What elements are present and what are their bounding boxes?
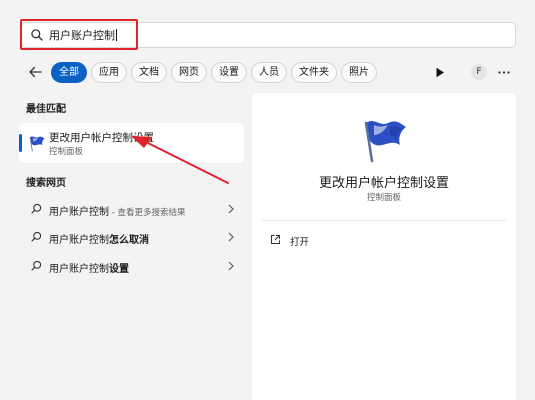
search-icon bbox=[31, 29, 43, 41]
chevron-right-icon bbox=[228, 261, 234, 271]
best-match-item[interactable]: 更改用户帐户控制设置 控制面板 bbox=[19, 123, 244, 163]
uac-flag-icon bbox=[364, 121, 406, 163]
filter-people[interactable]: 人员 bbox=[251, 62, 287, 83]
detail-panel: 更改用户帐户控制设置 控制面板 打开 bbox=[252, 93, 516, 400]
web-result-row[interactable]: 用户账户控制 - 查看更多搜索结果 bbox=[19, 196, 244, 222]
best-match-title: 更改用户帐户控制设置 bbox=[49, 132, 154, 144]
play-icon[interactable] bbox=[435, 67, 445, 78]
web-result-row[interactable]: 用户账户控制怎么取消 bbox=[19, 224, 244, 250]
search-icon bbox=[31, 260, 42, 271]
back-arrow-icon[interactable] bbox=[27, 64, 43, 80]
detail-subtitle: 控制面板 bbox=[366, 193, 401, 203]
uac-flag-icon bbox=[29, 136, 45, 152]
web-result-text: 用户账户控制设置 bbox=[49, 264, 129, 275]
open-action[interactable]: 打开 bbox=[290, 234, 309, 248]
selection-indicator bbox=[19, 134, 22, 152]
detail-title: 更改用户帐户控制设置 bbox=[318, 176, 449, 191]
filter-all[interactable]: 全部 bbox=[51, 62, 87, 83]
chevron-right-icon bbox=[228, 232, 234, 242]
best-match-heading: 最佳匹配 bbox=[26, 104, 66, 115]
search-icon bbox=[31, 203, 42, 214]
text-caret bbox=[116, 29, 117, 41]
search-input[interactable]: 用户账户控制 bbox=[21, 22, 516, 48]
web-search-heading: 搜索网页 bbox=[26, 178, 66, 189]
more-options-icon[interactable] bbox=[498, 71, 510, 74]
filter-folders[interactable]: 文件夹 bbox=[291, 62, 337, 83]
filter-web[interactable]: 网页 bbox=[171, 62, 207, 83]
filter-documents[interactable]: 文档 bbox=[131, 62, 167, 83]
best-match-subtitle: 控制面板 bbox=[49, 147, 84, 157]
filter-apps[interactable]: 应用 bbox=[91, 62, 127, 83]
filter-photos[interactable]: 照片 bbox=[341, 62, 377, 83]
divider bbox=[262, 220, 506, 221]
avatar[interactable]: F bbox=[471, 64, 487, 80]
search-query: 用户账户控制 bbox=[49, 29, 117, 42]
filter-settings[interactable]: 设置 bbox=[211, 62, 247, 83]
filter-tabs: 全部 应用 文档 网页 设置 人员 文件夹 照片 bbox=[51, 62, 377, 83]
web-result-row[interactable]: 用户账户控制设置 bbox=[19, 253, 244, 279]
search-icon bbox=[31, 231, 42, 242]
chevron-right-icon bbox=[228, 204, 234, 214]
open-external-icon bbox=[271, 235, 280, 244]
web-result-text: 用户账户控制 - 查看更多搜索结果 bbox=[49, 207, 186, 218]
web-result-text: 用户账户控制怎么取消 bbox=[49, 235, 149, 246]
